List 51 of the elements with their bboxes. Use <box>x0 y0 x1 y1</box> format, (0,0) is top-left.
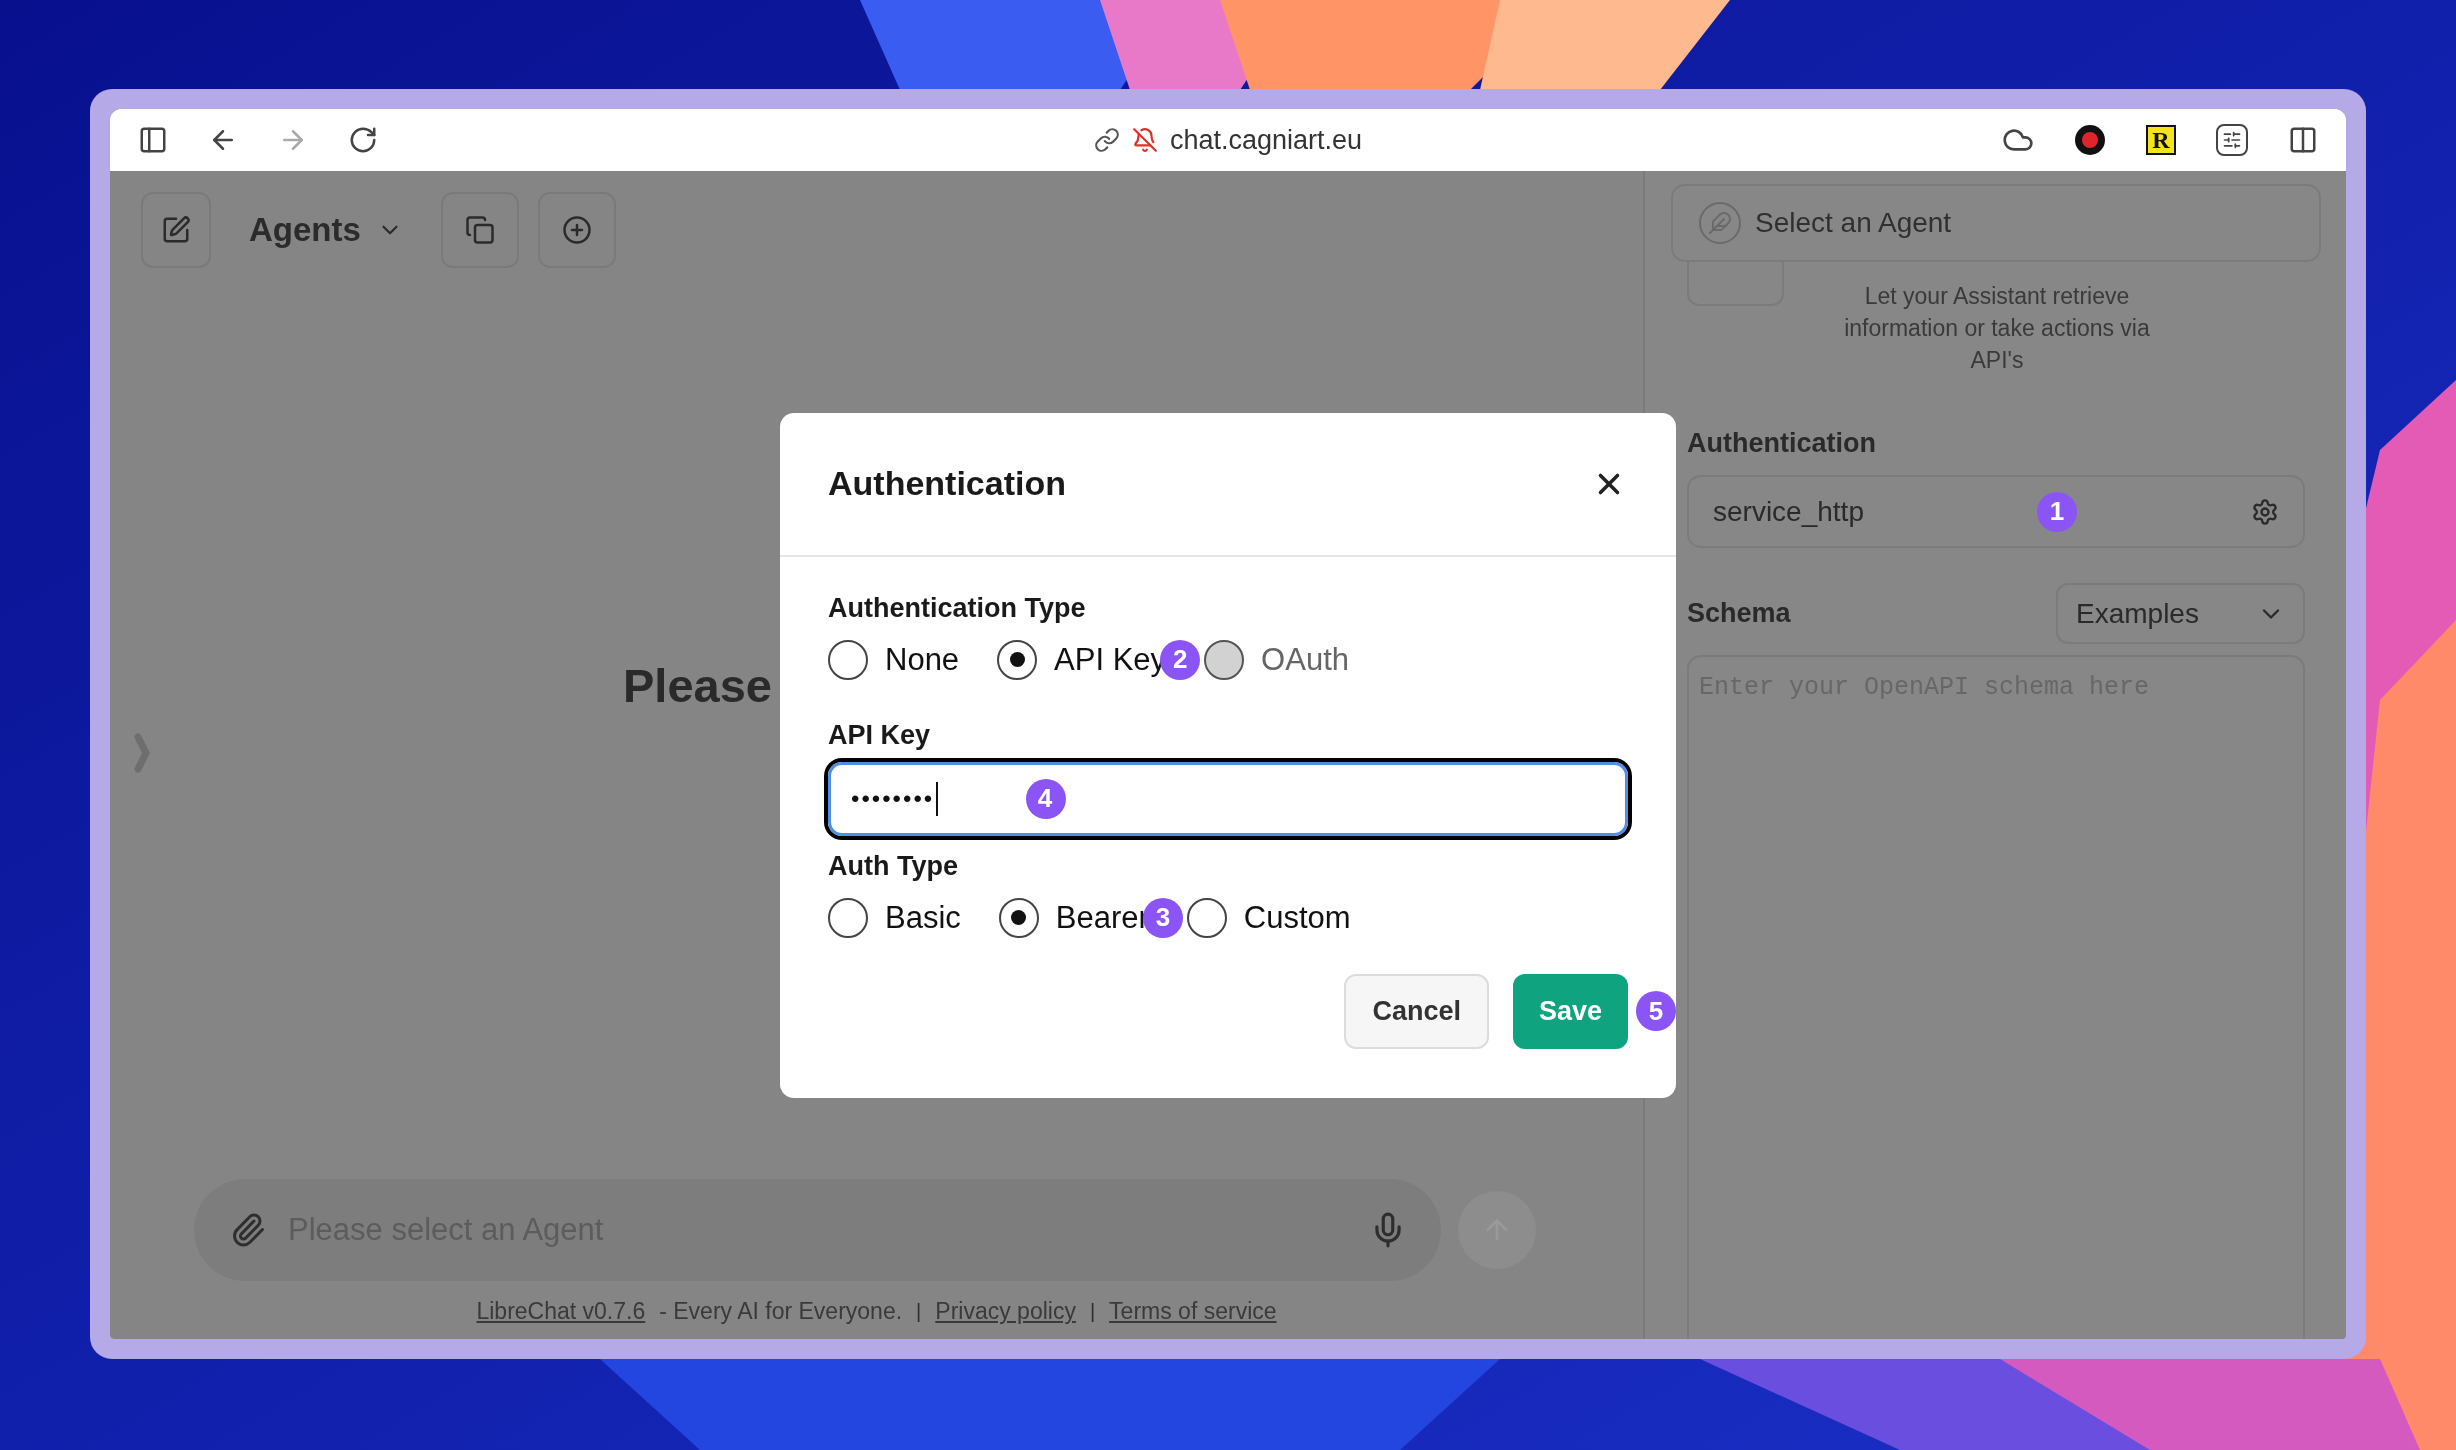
footer-text: - Every AI for Everyone. <box>659 1298 903 1325</box>
radio-label: OAuth <box>1261 641 1349 678</box>
footer-link[interactable]: Terms of service <box>1109 1298 1277 1325</box>
split-view-icon[interactable] <box>2288 125 2318 155</box>
radio-button[interactable] <box>828 639 868 680</box>
separator-text: | <box>916 1300 922 1323</box>
radio-button[interactable] <box>998 897 1039 938</box>
plus-icon <box>561 215 592 245</box>
radio-label: Basic <box>885 899 961 936</box>
copy-icon <box>464 215 495 245</box>
sliders-icon[interactable] <box>2216 124 2248 156</box>
section-label: Authentication <box>1687 428 1876 458</box>
footer-link[interactable]: LibreChat v0.7.6 <box>476 1298 646 1325</box>
feather-icon <box>1699 202 1741 244</box>
radio-label: None <box>885 641 960 678</box>
examples-dropdown[interactable]: Examples <box>2056 583 2305 644</box>
pencil-icon <box>161 215 191 245</box>
paperclip-icon[interactable] <box>230 1212 266 1248</box>
agents-dropdown[interactable]: Agents <box>249 211 403 249</box>
step-badge: 2 <box>1160 639 1201 680</box>
copy-button[interactable] <box>440 192 519 268</box>
cancel-button[interactable]: Cancel <box>1344 973 1489 1049</box>
radio-button[interactable] <box>828 897 868 938</box>
dialog-title: Authentication <box>828 464 1066 503</box>
bell-off-icon <box>1131 127 1158 153</box>
settings-icon[interactable] <box>2251 497 2279 526</box>
description-text: Let your Assistant retrieve information or take actions via API's <box>1843 282 2151 375</box>
radio-button[interactable] <box>997 639 1038 680</box>
heading: Please <box>623 658 772 714</box>
field-label: API Key <box>828 718 932 752</box>
authentication-field[interactable]: service_http 1 <box>1687 475 2305 548</box>
step-badge: 5 <box>1636 991 1676 1031</box>
address-bar[interactable]: chat.cagniart.eu <box>1169 124 1363 156</box>
step-badge: 4 <box>1026 778 1066 819</box>
link-icon <box>1093 127 1120 153</box>
separator-text: | <box>1089 1300 1096 1323</box>
sidebar-icon[interactable] <box>138 125 168 155</box>
field-label: Authentication Type <box>828 591 1087 625</box>
agent-select[interactable]: Select an Agent <box>1671 184 2321 262</box>
new-chat-button[interactable] <box>141 192 211 268</box>
text-cursor <box>936 781 939 816</box>
radio-button[interactable] <box>1186 897 1227 938</box>
field-label: Auth Type <box>828 849 959 883</box>
reload-icon[interactable] <box>348 125 378 155</box>
extension-icon[interactable]: R <box>2146 125 2176 155</box>
record-icon[interactable] <box>2074 124 2106 156</box>
radio-label: Custom <box>1243 899 1351 936</box>
add-button[interactable] <box>537 192 616 268</box>
footer-link[interactable]: Privacy policy <box>935 1298 1076 1325</box>
section-label: Schema <box>1687 598 1791 629</box>
step-badge: 1 <box>2037 491 2077 532</box>
